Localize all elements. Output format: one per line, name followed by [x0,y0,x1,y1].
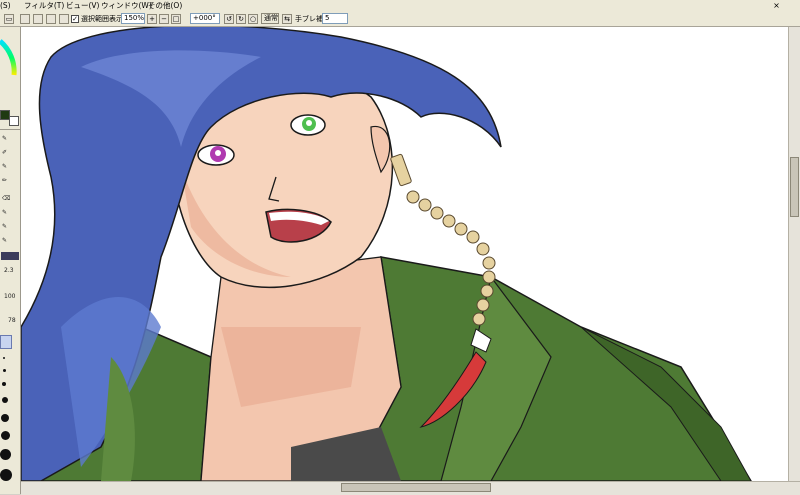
select-all-button[interactable] [46,14,56,24]
secondary-color-swatch[interactable] [9,116,19,126]
menu-item-view[interactable]: ビュー(V) [66,0,99,12]
zoom-input[interactable]: 150% [121,13,145,24]
size-dot[interactable] [1,431,10,440]
rotation-input[interactable]: +000° [190,13,220,24]
crop-button[interactable] [59,14,69,24]
blend-mode-select[interactable]: 通常 [261,13,279,24]
close-icon[interactable]: × [772,1,781,10]
divider [0,129,20,130]
drawing-canvas[interactable] [21,27,800,481]
zoom-reset-icon[interactable]: □ [171,14,181,24]
brush-size-value[interactable]: 2.3 [4,267,14,274]
flip-icon[interactable]: ⇆ [282,14,292,24]
blur-icon[interactable]: ✎ [2,209,7,216]
menu-item-window[interactable]: ウィンドウ(W) [101,0,152,12]
horizontal-scroll-thumb[interactable] [341,483,491,492]
size-preset-selected[interactable] [0,335,12,349]
brush-density-value[interactable]: 100 [4,293,15,300]
menu-item-filter[interactable]: フィルタ(T) [24,0,64,12]
size-dot[interactable] [0,469,12,481]
pen-icon[interactable]: ✐ [2,149,7,156]
stabilizer-select[interactable]: 5 [322,13,348,24]
invert-selection-button[interactable] [33,14,43,24]
zoom-in-icon[interactable]: + [147,14,157,24]
tool-list: ✎ ✐ ✎ ✏ ⌫ ✎ ✎ ✎ [2,135,18,245]
brush-shape-selector[interactable] [1,252,19,260]
water-icon[interactable]: ✎ [2,223,7,230]
vertical-scrollbar[interactable] [788,27,800,481]
left-tool-panel: ✎ ✐ ✎ ✏ ⌫ ✎ ✎ ✎ 2.3 100 78 [0,27,21,494]
size-dot[interactable] [2,397,8,403]
selection-icon[interactable]: ▭ [4,14,14,24]
toolbar: ▭ ✓ 選択範囲表示 150% + − □ +000° ↺ ↻ ○ 通常 ⇆ 手… [0,12,800,27]
marker-icon[interactable]: ✏ [2,177,7,184]
selection-visible-label: 選択範囲表示 [81,15,123,23]
size-dot[interactable] [1,414,9,422]
size-dot[interactable] [3,357,5,359]
selection-visible-checkbox[interactable]: ✓ [71,15,79,23]
rotate-left-icon[interactable]: ↺ [224,14,234,24]
reset-icon[interactable]: ○ [248,14,258,24]
brush-quality-value[interactable]: 78 [8,317,16,324]
size-dot[interactable] [3,369,6,372]
rotate-right-icon[interactable]: ↻ [236,14,246,24]
horizontal-scrollbar[interactable] [21,481,800,495]
zoom-out-icon[interactable]: − [159,14,169,24]
brush-icon[interactable]: ✎ [2,135,7,142]
deselect-button[interactable] [20,14,30,24]
size-dot[interactable] [0,449,11,460]
color-wheel-icon[interactable] [0,27,20,107]
binary-pen-icon[interactable]: ✎ [2,237,7,244]
eraser-icon[interactable]: ⌫ [2,195,10,202]
menu-item-selection[interactable]: (S) [0,0,11,12]
airbrush-icon[interactable]: ✎ [2,163,7,170]
menu-item-other[interactable]: その他(O) [148,0,182,12]
size-dot[interactable] [2,382,6,386]
illustration [21,27,752,481]
vertical-scroll-thumb[interactable] [790,157,799,217]
